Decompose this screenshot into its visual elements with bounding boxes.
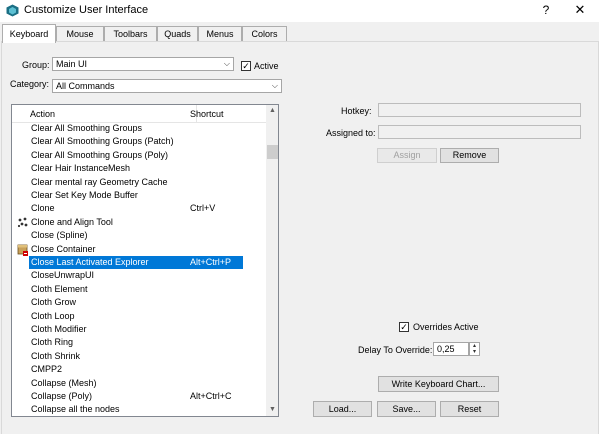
assigned-to-field	[378, 125, 581, 139]
list-item[interactable]: Cloth Grow	[12, 296, 266, 309]
overrides-active-label: Overrides Active	[413, 322, 479, 332]
tab-quads[interactable]: Quads	[157, 26, 198, 42]
list-item-action: Close (Spline)	[31, 230, 88, 241]
list-item[interactable]: Clear All Smoothing Groups	[12, 122, 266, 135]
active-label: Active	[254, 61, 279, 71]
column-header-action[interactable]: Action	[30, 109, 55, 119]
remove-button[interactable]: Remove	[440, 148, 499, 163]
list-item[interactable]: Collapse all the nodes	[12, 403, 266, 416]
list-item-action: Cloth Grow	[31, 297, 77, 308]
scroll-thumb[interactable]	[267, 145, 278, 159]
hotkey-label: Hotkey:	[341, 106, 372, 116]
list-item[interactable]: Clear mental ray Geometry Cache	[12, 176, 266, 189]
delay-to-override-label: Delay To Override:	[358, 345, 433, 355]
list-item[interactable]: CMPP2	[12, 363, 266, 376]
list-rows: Clear All Smoothing Groups Clear All Smoo…	[12, 122, 266, 416]
list-item-action: Collapse (Mesh)	[31, 377, 97, 388]
scroll-up-arrow-icon[interactable]: ▲	[266, 105, 278, 117]
tab-menus[interactable]: Menus	[198, 26, 242, 42]
container-icon	[17, 244, 28, 256]
list-item[interactable]: Collapse (Poly) Alt+Ctrl+C	[12, 390, 266, 403]
list-item[interactable]: Clone and Align Tool	[12, 216, 266, 229]
list-item-shortcut: Ctrl+V	[190, 203, 216, 214]
list-item[interactable]: Clear All Smoothing Groups (Patch)	[12, 135, 266, 148]
list-item[interactable]: Close Last Activated Explorer Alt+Ctrl+P	[12, 256, 266, 269]
assign-button[interactable]: Assign	[377, 148, 437, 163]
overrides-active-checkbox[interactable]: ✓	[399, 322, 409, 332]
save-button[interactable]: Save...	[377, 401, 436, 417]
list-item[interactable]: Cloth Loop	[12, 310, 266, 323]
action-list[interactable]: Action Shortcut Clear All Smoothing Grou…	[11, 104, 279, 417]
list-item-action: Clear All Smoothing Groups (Patch)	[31, 136, 174, 147]
list-item[interactable]: Close (Spline)	[12, 229, 266, 242]
tab-mouse[interactable]: Mouse	[56, 26, 104, 42]
tab-toolbars[interactable]: Toolbars	[104, 26, 157, 42]
load-button[interactable]: Load...	[313, 401, 372, 417]
list-item-action: Clear Hair InstanceMesh	[31, 163, 131, 174]
delay-to-override-input[interactable]: 0,25	[433, 342, 469, 356]
assigned-to-label: Assigned to:	[326, 128, 376, 138]
close-button[interactable]: ✕	[571, 1, 589, 19]
list-item-action: Clone	[31, 203, 55, 214]
tab-keyboard[interactable]: Keyboard	[2, 24, 56, 43]
app-logo-icon	[6, 4, 19, 17]
chevron-down-icon: ⌵	[223, 59, 230, 68]
help-button[interactable]: ?	[537, 1, 555, 19]
spinner-arrows-icon[interactable]: ▴ ▾	[469, 342, 480, 356]
list-item[interactable]: Cloth Modifier	[12, 323, 266, 336]
active-checkbox[interactable]: ✓	[241, 61, 251, 71]
list-item-action: Clear mental ray Geometry Cache	[31, 176, 168, 187]
list-item[interactable]: Cloth Shrink	[12, 350, 266, 363]
list-item-action: Close Last Activated Explorer	[31, 257, 149, 267]
list-item[interactable]: Cloth Ring	[12, 336, 266, 349]
list-item-action: CMPP2	[31, 364, 63, 375]
list-item[interactable]: Clone Ctrl+V	[12, 202, 266, 215]
reset-button[interactable]: Reset	[440, 401, 499, 417]
group-label: Group:	[22, 60, 50, 70]
list-vertical-scrollbar[interactable]: ▲ ▼	[266, 105, 278, 416]
write-keyboard-chart-button[interactable]: Write Keyboard Chart...	[378, 376, 499, 392]
category-label: Category:	[10, 79, 50, 89]
list-item-action: Cloth Ring	[31, 337, 74, 348]
delay-to-override-value: 0,25	[437, 344, 455, 354]
list-item-action: Cloth Element	[31, 283, 88, 294]
tab-colors[interactable]: Colors	[242, 26, 287, 42]
hotkey-field[interactable]	[378, 103, 581, 117]
title-bar: Customize User Interface ? ✕	[0, 0, 599, 22]
group-value: Main UI	[56, 59, 88, 69]
list-item-action: Clear All Smoothing Groups	[31, 123, 143, 133]
category-dropdown[interactable]: All Commands ⌵	[52, 79, 282, 93]
list-item[interactable]: Collapse (Mesh)	[12, 377, 266, 390]
window-title: Customize User Interface	[24, 4, 149, 16]
list-item-action: Cloth Modifier	[31, 324, 87, 334]
list-item-shortcut: Alt+Ctrl+C	[190, 391, 232, 401]
list-item-action: Cloth Shrink	[31, 350, 81, 361]
list-header: Action Shortcut	[12, 105, 266, 123]
scroll-down-arrow-icon[interactable]: ▼	[266, 404, 278, 416]
list-item-action: Clear All Smoothing Groups (Poly)	[31, 149, 169, 160]
list-item-action: CloseUnwrapUI	[31, 270, 95, 281]
list-item[interactable]: CloseUnwrapUI	[12, 269, 266, 282]
list-item-action: Cloth Loop	[31, 310, 75, 321]
list-item[interactable]: Cloth Element	[12, 283, 266, 296]
list-item-action: Close Container	[31, 243, 96, 254]
list-item-action: Collapse all the nodes	[31, 404, 120, 415]
list-item[interactable]: Close Container	[12, 243, 266, 256]
list-item-shortcut: Alt+Ctrl+P	[190, 257, 232, 267]
list-item-action: Collapse (Poly)	[31, 391, 93, 401]
list-item[interactable]: Clear Set Key Mode Buffer	[12, 189, 266, 202]
column-header-shortcut[interactable]: Shortcut	[190, 109, 224, 119]
category-value: All Commands	[56, 81, 115, 91]
group-dropdown[interactable]: Main UI ⌵	[52, 57, 234, 71]
list-item-action: Clone and Align Tool	[31, 216, 113, 227]
list-item[interactable]: Clear All Smoothing Groups (Poly)	[12, 149, 266, 162]
clone-align-icon	[17, 217, 28, 227]
chevron-down-icon: ⌵	[271, 81, 278, 90]
list-item[interactable]: Clear Hair InstanceMesh	[12, 162, 266, 175]
list-item-action: Clear Set Key Mode Buffer	[31, 190, 138, 200]
